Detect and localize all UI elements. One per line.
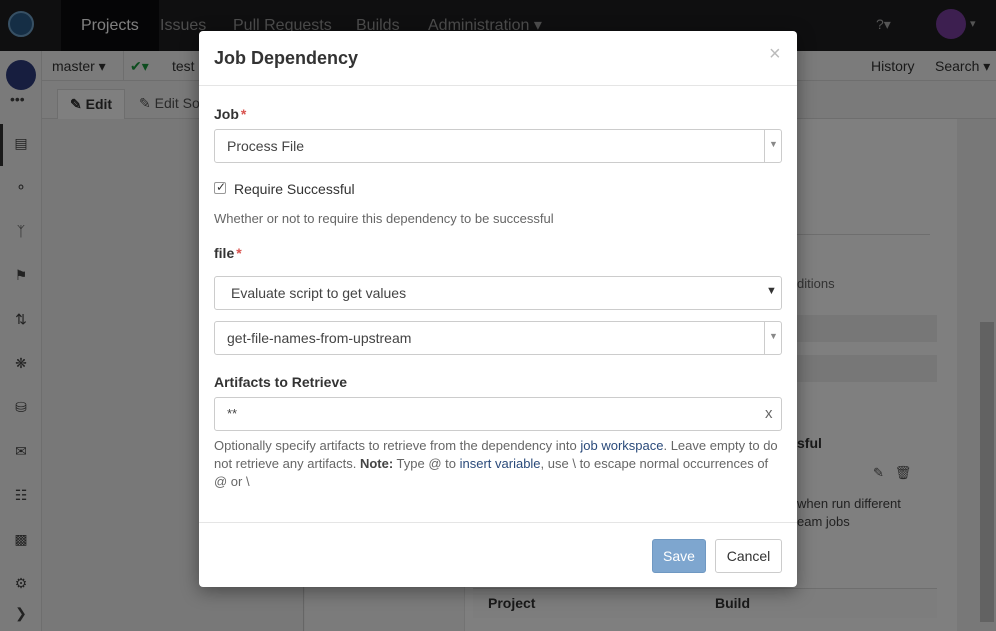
artifacts-help: Optionally specify artifacts to retrieve…	[214, 437, 784, 491]
require-successful-label[interactable]: Require Successful	[234, 181, 355, 197]
note-label: Note:	[359, 456, 394, 471]
chevron-down-icon[interactable]: ▼	[769, 331, 778, 341]
modal-footer: Save Cancel	[199, 522, 797, 587]
required-marker: *	[236, 245, 242, 261]
select-divider	[764, 322, 765, 354]
artifacts-input[interactable]: ** x	[214, 397, 782, 431]
file-mode-value: Evaluate script to get values	[231, 285, 407, 301]
select-divider	[764, 130, 765, 162]
file-mode-select[interactable]: Evaluate script to get values ▼	[214, 276, 782, 310]
save-button[interactable]: Save	[652, 539, 706, 573]
caret-down-icon[interactable]: ▼	[766, 285, 777, 297]
job-dependency-dialog: Job Dependency × Job * Process File ▼ ✓ R…	[199, 31, 797, 587]
file-script-value: get-file-names-from-upstream	[227, 330, 412, 346]
artifacts-label: Artifacts to Retrieve	[214, 374, 348, 390]
job-label: Job *	[214, 106, 246, 122]
insert-variable-link[interactable]: insert variable	[460, 456, 541, 471]
file-script-select[interactable]: get-file-names-from-upstream ▼	[214, 321, 782, 355]
file-label: file *	[214, 245, 242, 261]
clear-icon[interactable]: x	[765, 405, 773, 422]
checkmark-icon: ✓	[216, 180, 227, 194]
close-icon[interactable]: ×	[769, 44, 781, 64]
job-select-value: Process File	[227, 138, 305, 154]
require-successful-help: Whether or not to require this dependenc…	[214, 211, 554, 226]
job-label-text: Job	[214, 106, 239, 122]
artifacts-input-value: **	[227, 406, 238, 421]
modal-header: Job Dependency ×	[199, 31, 797, 86]
job-select[interactable]: Process File ▼	[214, 129, 782, 163]
cancel-button[interactable]: Cancel	[715, 539, 782, 573]
file-label-text: file	[214, 245, 235, 261]
required-marker: *	[240, 106, 247, 122]
help-text-part: Optionally specify artifacts to retrieve…	[214, 438, 581, 453]
chevron-down-icon[interactable]: ▼	[769, 139, 778, 149]
help-text-part: Type @ to	[393, 456, 460, 471]
require-successful-checkbox[interactable]: ✓	[214, 180, 227, 194]
modal-title: Job Dependency	[214, 48, 359, 68]
job-workspace-link[interactable]: job workspace	[580, 438, 663, 453]
